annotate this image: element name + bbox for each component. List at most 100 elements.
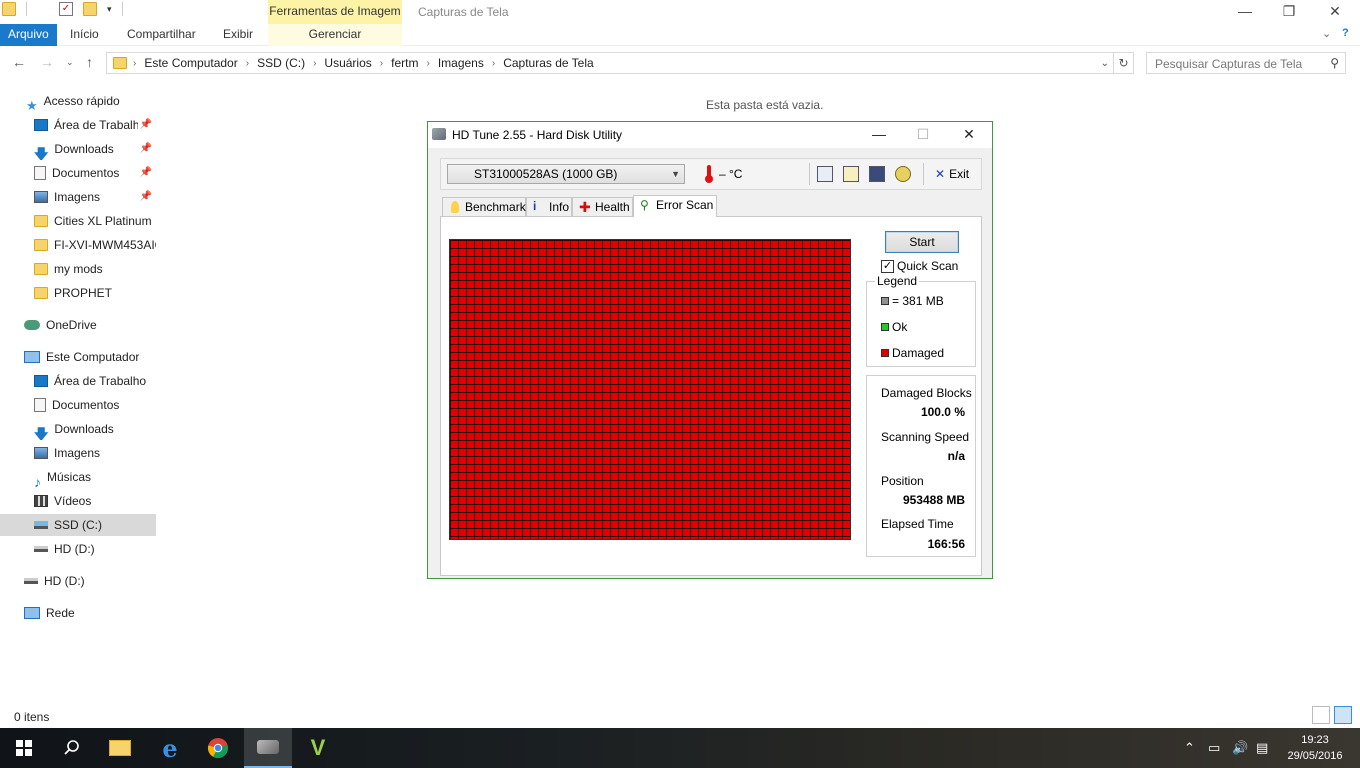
forward-arrow-icon[interactable]: → bbox=[40, 54, 54, 70]
properties-icon[interactable]: ✓ bbox=[59, 2, 73, 16]
restore-button[interactable]: ❐ bbox=[1266, 2, 1312, 22]
tab-compartilhar[interactable]: Compartilhar bbox=[119, 24, 204, 46]
quick-scan-checkbox[interactable]: ✓ Quick Scan bbox=[881, 259, 958, 274]
scan-block-map bbox=[449, 239, 851, 540]
options-gear-icon[interactable] bbox=[895, 166, 911, 182]
edge-taskbar-icon[interactable]: e bbox=[146, 728, 194, 768]
up-arrow-icon[interactable]: ↑ bbox=[86, 54, 93, 70]
nav-pc-documentos[interactable]: Documentos bbox=[0, 394, 156, 416]
nav-quick-imagens[interactable]: Imagens 📌 bbox=[0, 186, 156, 208]
back-arrow-icon[interactable]: ← bbox=[12, 54, 26, 70]
refresh-icon[interactable]: ↻ bbox=[1114, 52, 1134, 74]
tab-gerenciar[interactable]: Gerenciar bbox=[268, 24, 402, 46]
legend-title: Legend bbox=[875, 274, 920, 288]
navigation-pane: ★ Acesso rápido Área de Trabalho 📌 🡇 Downlo… bbox=[0, 88, 157, 708]
address-bar[interactable]: › Este Computador › SSD (C:) › Usuários … bbox=[106, 52, 1114, 74]
chrome-taskbar-icon[interactable] bbox=[194, 728, 242, 768]
folder-icon bbox=[2, 2, 16, 16]
close-button[interactable]: ✕ bbox=[1312, 2, 1358, 22]
pin-icon[interactable]: 📌 bbox=[140, 138, 152, 160]
breadcrumb-este-computador[interactable]: Este Computador bbox=[144, 56, 237, 70]
nav-pc-videos[interactable]: Vídeos bbox=[0, 490, 156, 512]
breadcrumb-usuarios[interactable]: Usuários bbox=[324, 56, 371, 70]
tab-benchmark[interactable]: Benchmark bbox=[442, 197, 526, 217]
start-button[interactable]: Start bbox=[885, 231, 959, 253]
save-icon[interactable] bbox=[869, 166, 885, 182]
hdtune-minimize-button[interactable]: — bbox=[864, 126, 894, 142]
recent-locations-icon[interactable]: ⌄ bbox=[66, 57, 74, 68]
expand-ribbon-icon[interactable]: ⌄ bbox=[1322, 27, 1331, 40]
details-view-icon[interactable] bbox=[1312, 706, 1330, 724]
search-input[interactable]: Pesquisar Capturas de Tela ⚲ bbox=[1146, 52, 1346, 74]
start-windows-icon[interactable] bbox=[0, 728, 48, 768]
nav-pc-ssd[interactable]: SSD (C:) bbox=[0, 514, 156, 536]
tab-inicio[interactable]: Início bbox=[62, 24, 107, 46]
breadcrumb-fertm[interactable]: fertm bbox=[391, 56, 418, 70]
breadcrumb-capturas[interactable]: Capturas de Tela bbox=[503, 56, 594, 70]
action-center-icon[interactable]: ▤ bbox=[1256, 740, 1268, 756]
legend-item-ok: Ok bbox=[881, 320, 907, 334]
nav-quick-fi-xvi[interactable]: FI-XVI-MWM453AIO bbox=[0, 234, 156, 256]
legend-group: Legend = 381 MB Ok Damaged bbox=[866, 274, 976, 367]
large-icons-view-icon[interactable] bbox=[1334, 706, 1352, 724]
help-icon[interactable]: ? bbox=[1342, 27, 1349, 39]
desktop: ✓ ▾ Ferramentas de Imagem Capturas de Te… bbox=[0, 0, 1360, 768]
network-tray-icon[interactable]: ▭ bbox=[1208, 740, 1220, 756]
drive-icon bbox=[34, 520, 48, 529]
nav-quick-desktop[interactable]: Área de Trabalho 📌 bbox=[0, 114, 156, 136]
nav-este-computador[interactable]: Este Computador bbox=[0, 346, 156, 368]
minimize-button[interactable]: — bbox=[1222, 2, 1268, 22]
nav-pc-hd[interactable]: HD (D:) bbox=[0, 538, 156, 560]
empty-folder-message: Esta pasta está vazia. bbox=[706, 98, 824, 112]
pin-icon[interactable]: 📌 bbox=[140, 186, 152, 208]
address-dropdown-icon[interactable]: ⌄ bbox=[1101, 58, 1109, 69]
nav-pc-downloads[interactable]: 🡇 Downloads bbox=[0, 418, 156, 440]
tab-health[interactable]: ✚ Health bbox=[572, 197, 633, 217]
drive-select[interactable]: ST31000528AS (1000 GB) ▼ bbox=[447, 164, 685, 184]
ribbon-tabs: Arquivo Início Compartilhar Exibir Geren… bbox=[0, 24, 1360, 46]
search-icon[interactable] bbox=[48, 728, 96, 768]
hdtune-close-button[interactable]: ✕ bbox=[954, 126, 984, 143]
nav-onedrive[interactable]: OneDrive bbox=[0, 314, 156, 336]
nav-pc-imagens[interactable]: Imagens bbox=[0, 442, 156, 464]
pin-icon[interactable]: 📌 bbox=[137, 114, 152, 136]
nav-quick-downloads[interactable]: 🡇 Downloads 📌 bbox=[0, 138, 156, 160]
computer-icon bbox=[24, 350, 40, 363]
new-folder-icon[interactable] bbox=[83, 2, 97, 16]
nav-pc-musicas[interactable]: ♪ Músicas bbox=[0, 466, 156, 488]
nav-rede[interactable]: Rede bbox=[0, 602, 156, 624]
exit-button[interactable]: ✕ Exit bbox=[935, 167, 969, 181]
magnifier-icon: ⚲ bbox=[640, 198, 649, 212]
tab-error-scan[interactable]: ⚲ Error Scan bbox=[633, 195, 717, 217]
file-explorer-taskbar-icon[interactable] bbox=[96, 728, 144, 768]
customize-qat-icon[interactable]: ▾ bbox=[107, 4, 112, 15]
cloud-icon bbox=[24, 319, 40, 330]
nav-quick-my-mods[interactable]: my mods bbox=[0, 258, 156, 280]
breadcrumb-ssd[interactable]: SSD (C:) bbox=[257, 56, 305, 70]
nav-quick-documentos[interactable]: Documentos 📌 bbox=[0, 162, 156, 184]
nav-quick-prophet[interactable]: PROPHET bbox=[0, 282, 156, 304]
copy-all-icon[interactable] bbox=[843, 166, 859, 182]
show-hidden-icons-icon[interactable]: ⌃ bbox=[1184, 740, 1195, 756]
folder-icon bbox=[113, 57, 127, 69]
elapsed-time-label: Elapsed Time bbox=[881, 517, 954, 531]
tab-info[interactable]: i Info bbox=[526, 197, 572, 217]
game-v-taskbar-icon[interactable]: V bbox=[294, 728, 342, 768]
star-icon: ★ bbox=[26, 97, 38, 112]
nav-quick-cities[interactable]: Cities XL Platinum bbox=[0, 210, 156, 232]
volume-icon[interactable]: 🔊 bbox=[1232, 740, 1248, 756]
breadcrumb-imagens[interactable]: Imagens bbox=[438, 56, 484, 70]
checkbox-check-icon[interactable]: ✓ bbox=[881, 260, 894, 274]
nav-acesso-rapido[interactable]: ★ Acesso rápido bbox=[0, 90, 156, 112]
hdtune-maximize-button[interactable]: ☐ bbox=[908, 126, 938, 143]
network-icon bbox=[24, 606, 40, 619]
nav-hd-d[interactable]: HD (D:) bbox=[0, 570, 156, 592]
nav-pc-desktop[interactable]: Área de Trabalho bbox=[0, 370, 156, 392]
tab-exibir[interactable]: Exibir bbox=[215, 24, 261, 46]
legend-item-block-size: = 381 MB bbox=[881, 294, 944, 308]
tab-arquivo[interactable]: Arquivo bbox=[0, 24, 57, 46]
system-clock[interactable]: 19:23 29/05/2016 bbox=[1280, 732, 1350, 764]
copy-info-icon[interactable] bbox=[817, 166, 833, 182]
hdtune-taskbar-icon[interactable] bbox=[244, 728, 292, 768]
pin-icon[interactable]: 📌 bbox=[140, 162, 152, 184]
